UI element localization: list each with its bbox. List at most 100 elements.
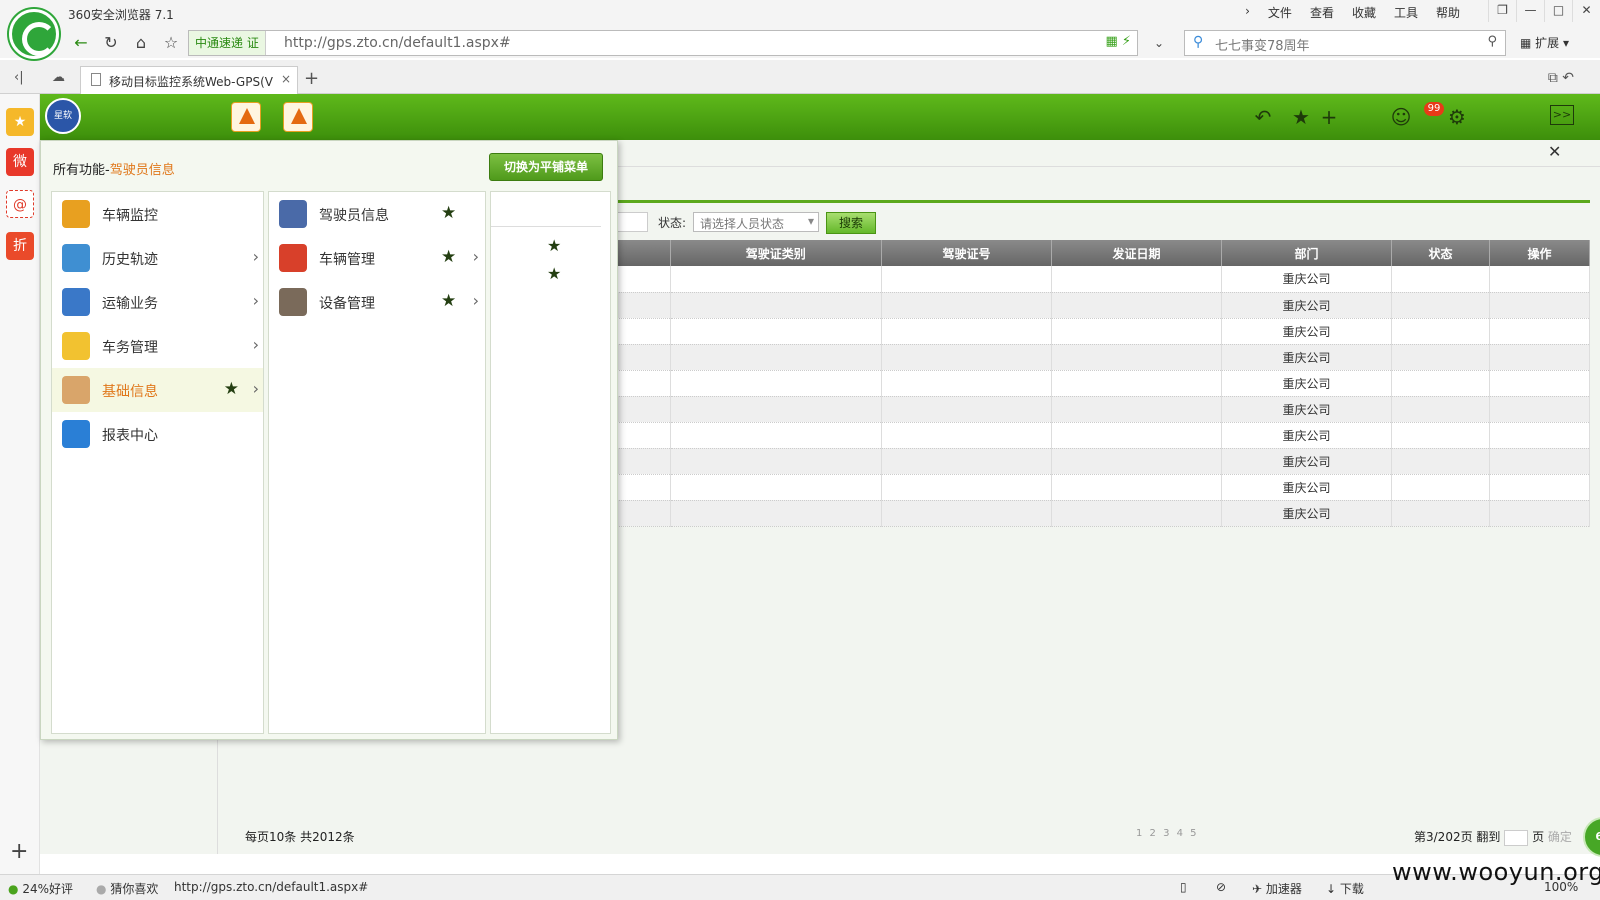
minimize-button[interactable]: — [1516,0,1544,22]
favorite-add-icon[interactable]: ★ [224,379,239,399]
app-header: 星软 ↶ ★ + ☺ ⚙ >> [40,94,1600,140]
search-input[interactable]: ⚲ 七七事变78周年 ⚲ [1184,30,1506,56]
table-row[interactable]: 2重庆公司 [600,474,1590,501]
favorite-remove-icon[interactable]: ★ [547,264,561,283]
message-icon[interactable]: ☺ [1388,104,1414,130]
column-header[interactable]: 操作 [1489,240,1590,266]
column-header[interactable]: 发证日期 [1051,240,1223,266]
submenu-device-management[interactable]: 设备管理 ★ › [269,280,485,324]
tab-gps-system[interactable]: 移动目标监控系统Web-GPS(V × [80,66,298,94]
download-item[interactable]: ↓ 下载 [1326,880,1364,897]
table-row[interactable]: 8重庆公司 [600,318,1590,345]
cloud-icon[interactable]: ☁ [52,70,65,85]
back-arrow-icon[interactable]: ← [68,30,94,56]
search-go-icon[interactable]: ⚲ [1487,34,1497,49]
menu-tools[interactable]: 工具 [1394,4,1418,21]
column-header[interactable]: 状态 [1391,240,1490,266]
extensions-button[interactable]: ▦ 扩展 ▾ [1520,34,1569,51]
menu-item-basic-info[interactable]: 基础信息 ★ › [52,368,263,412]
menu-view[interactable]: 查看 [1310,4,1334,21]
table-row[interactable]: 3重庆公司 [600,500,1590,527]
submenu-driver-info[interactable]: 驾驶员信息 ★ [269,192,485,236]
pager-page-links[interactable]: 1 2 3 4 5 [1136,828,1199,839]
close-window-button[interactable]: ✕ [1572,0,1600,22]
table-row[interactable]: 8重庆公司 [600,422,1590,449]
menu-item-vehicle-monitor[interactable]: 车辆监控 [52,192,263,236]
table-cell [670,318,883,345]
table-cell [670,344,883,371]
menu-item-report-center[interactable]: 报表中心 [52,412,263,456]
page-jump-input[interactable] [1504,829,1529,846]
table-row[interactable]: 8重庆公司 [600,344,1590,371]
url-input[interactable]: 中通速递 证 http://gps.zto.cn/default1.aspx# … [188,30,1138,56]
guess-item[interactable]: ● 猜你喜欢 [96,880,158,897]
menu-item-transport[interactable]: 运输业务 › [52,280,263,324]
driver-table: 驾驶证类别 驾驶证号 发证日期 部门 状态 操作 3重庆公司6重庆公司8重庆公司… [600,240,1590,527]
skin-icon[interactable]: ❐ [1488,0,1516,22]
browser-logo-icon[interactable] [9,9,59,59]
table-row[interactable]: 6重庆公司 [600,370,1590,397]
menu-arrow-icon[interactable]: › [1245,4,1250,21]
weibo-icon[interactable]: 微 [6,148,34,176]
pager-ok-button[interactable]: 确定 [1548,830,1572,844]
map-tool-icon[interactable] [231,102,261,132]
undo-close-icon[interactable]: ⧉ ↶ [1548,70,1574,86]
table-cell [881,422,1053,449]
add-sidebar-app-button[interactable]: + [10,839,28,864]
star-bookmark-icon[interactable]: ☆ [158,30,184,56]
table-cell [881,370,1053,397]
phone-icon[interactable]: ▯ [1180,880,1187,894]
column-header[interactable]: 驾驶证类别 [670,240,883,266]
content-close-icon[interactable]: ✕ [1548,142,1561,161]
favorite-add-icon[interactable]: ★ [441,291,456,311]
app-logo[interactable]: 星软 [45,98,81,134]
discount-icon[interactable]: 折 [6,232,34,260]
menu-item-vehicle-affairs[interactable]: 车务管理 › [52,324,263,368]
new-tab-button[interactable]: + [304,68,319,89]
table-row[interactable]: 3重庆公司 [600,266,1590,293]
qr-lightning-icon[interactable]: ▦ ⚡ [1105,34,1131,49]
favorite-add-icon[interactable]: ★ [1288,104,1314,130]
search-button[interactable]: 搜索 [826,212,876,234]
no-tracking-icon[interactable]: ⊘ [1216,880,1226,894]
column-header[interactable]: 部门 [1221,240,1392,266]
table-cell [1489,474,1590,501]
mail-icon[interactable]: @ [6,190,34,218]
back-icon[interactable]: ↶ [1250,104,1276,130]
url-text[interactable]: http://gps.zto.cn/default1.aspx# [284,35,511,51]
url-dropdown-icon[interactable]: ⌄ [1146,30,1172,56]
rating-item[interactable]: ● 24%好评 [8,880,73,897]
map-tool-icon-2[interactable] [283,102,313,132]
plus-icon[interactable]: + [1316,104,1342,130]
switch-tile-menu-button[interactable]: 切换为平铺菜单 [489,153,603,181]
gear-icon[interactable]: ⚙ [1444,104,1470,130]
download-icon: ↓ [1326,882,1337,896]
column-header[interactable]: 驾驶证号 [881,240,1053,266]
submenu-vehicle-management[interactable]: 车辆管理 ★ › [269,236,485,280]
favorites-star-icon[interactable]: ★ [6,108,34,136]
home-icon[interactable]: ⌂ [128,30,154,56]
table-row[interactable]: 9重庆公司 [600,448,1590,475]
favorite-add-icon[interactable]: ★ [547,236,561,255]
favorite-add-icon[interactable]: ★ [441,203,456,223]
table-cell [1391,422,1490,449]
secure-site-tag[interactable]: 中通速递 证 [189,31,266,55]
menu-favorites[interactable]: 收藏 [1352,4,1376,21]
refresh-icon[interactable]: ↻ [98,30,124,56]
menu-item-history-track[interactable]: 历史轨迹 › [52,236,263,280]
table-cell: 重庆公司 [1221,370,1392,397]
table-cell [1391,292,1490,319]
dot-icon: ● [96,882,107,896]
table-row[interactable]: 5重庆公司 [600,396,1590,423]
status-select[interactable]: 请选择人员状态 [693,212,819,232]
maximize-button[interactable]: □ [1544,0,1572,22]
favorite-add-icon[interactable]: ★ [441,247,456,267]
table-row[interactable]: 6重庆公司 [600,292,1590,319]
grid-icon: ▦ [1520,36,1536,50]
sidebar-toggle-icon[interactable]: ‹| [14,70,24,85]
expand-panel-icon[interactable]: >> [1550,105,1574,125]
menu-file[interactable]: 文件 [1268,4,1292,21]
accelerator-item[interactable]: ✈ 加速器 [1252,880,1302,897]
tab-close-icon[interactable]: × [281,72,291,86]
menu-help[interactable]: 帮助 [1436,4,1460,21]
